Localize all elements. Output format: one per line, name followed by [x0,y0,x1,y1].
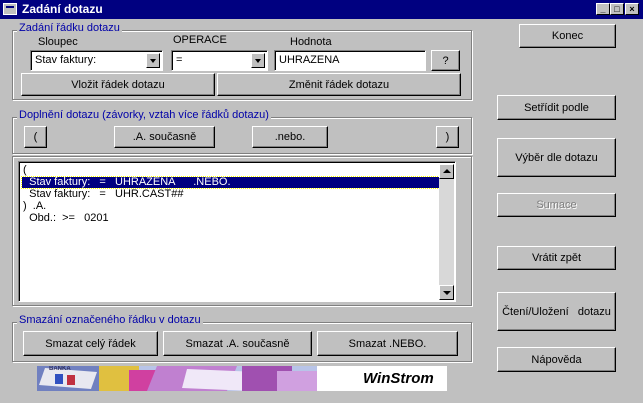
help-lookup-label: ? [442,54,449,67]
delete-row-button[interactable]: Smazat celý řádek [23,331,158,356]
undo-button[interactable]: Vrátit zpět [497,246,616,270]
operator-select-value: = [176,54,183,66]
minimize-button[interactable]: _ [596,3,610,15]
change-row-label: Změnit řádek dotazu [288,78,390,91]
close-button[interactable]: × [625,3,639,15]
or-button[interactable]: .nebo. [252,126,328,148]
open-paren-label: ( [33,131,38,143]
end-button[interactable]: Konec [519,24,616,48]
read-save-query-label: Čtení/Uložení dotazu [502,305,611,318]
supplement-group-title: Doplnění dotazu (závorky, vztah více řád… [17,109,271,121]
select-by-query-label: Výběr dle dotazu [515,151,598,164]
window-title: Zadání dotazu [22,2,103,16]
delete-or-label: Smazat .NEBO. [348,337,427,350]
list-item[interactable]: Stav faktury: = UHR.CAST## [23,189,183,200]
operator-label: OPERACE [173,34,227,46]
value-input[interactable]: UHRAZENA [274,50,426,71]
and-button[interactable]: .A. současně [114,126,215,148]
insert-row-button[interactable]: Vložit řádek dotazu [21,73,215,96]
chevron-down-icon[interactable] [146,53,160,68]
scroll-up-icon[interactable] [439,164,454,179]
delete-or-button[interactable]: Smazat .NEBO. [317,331,458,356]
row-entry-group-title: Zadání řádku dotazu [17,22,122,34]
list-item[interactable]: ) .A. [23,201,46,212]
list-item-selected[interactable]: Stav faktury: = UHRAZENA .NEBO. [21,176,440,189]
undo-label: Vrátit zpět [531,252,582,264]
supplement-group [12,117,472,154]
list-item[interactable]: Obd.: >= 0201 [23,213,109,224]
help-button[interactable]: Nápověda [497,347,616,372]
delete-and-button[interactable]: Smazat .A. současně [163,331,312,356]
operator-select[interactable]: = [171,50,268,71]
sums-button[interactable]: Sumace [497,193,616,217]
or-label: .nebo. [274,131,306,143]
banner-sticker-text: BANKA [49,366,71,372]
title-bar[interactable]: Zadání dotazu _ □ × [0,0,643,19]
insert-row-label: Vložit řádek dotazu [71,78,165,91]
end-label: Konec [551,30,584,42]
column-select-value: Stav faktury: [35,54,97,66]
list-item[interactable]: ( [23,165,27,176]
vertical-scrollbar[interactable] [439,164,454,300]
query-listbox[interactable]: ( Stav faktury: = UHRAZENA .NEBO. Stav f… [18,161,456,302]
chevron-down-icon[interactable] [251,53,265,68]
sort-by-button[interactable]: Setřídit podle [497,95,616,120]
value-input-text: UHRAZENA [279,54,340,66]
value-label: Hodnota [290,36,332,48]
read-save-query-button[interactable]: Čtení/Uložení dotazu [497,292,616,331]
delete-and-label: Smazat .A. současně [185,337,290,350]
sums-label: Sumace [536,199,577,211]
scroll-down-icon[interactable] [439,285,454,300]
sort-by-label: Setřídit podle [524,101,589,114]
maximize-button[interactable]: □ [610,3,624,15]
column-label: Sloupec [38,36,78,48]
help-lookup-button[interactable]: ? [431,50,460,71]
and-label: .A. současně [132,131,197,143]
change-row-button[interactable]: Změnit řádek dotazu [217,73,461,96]
close-paren-label: ) [445,131,450,143]
select-by-query-button[interactable]: Výběr dle dotazu [497,138,616,177]
delete-row-label: Smazat celý řádek [45,337,136,350]
help-label: Nápověda [531,353,582,366]
winstrom-logo: WinStrom [363,370,434,387]
winstrom-banner: BANKA WinStrom [37,366,447,391]
open-paren-button[interactable]: ( [24,126,47,148]
close-paren-button[interactable]: ) [436,126,459,148]
column-select[interactable]: Stav faktury: [30,50,163,71]
delete-group-title: Smazání označeného řádku v dotazu [17,314,203,326]
window-icon[interactable] [3,3,17,15]
